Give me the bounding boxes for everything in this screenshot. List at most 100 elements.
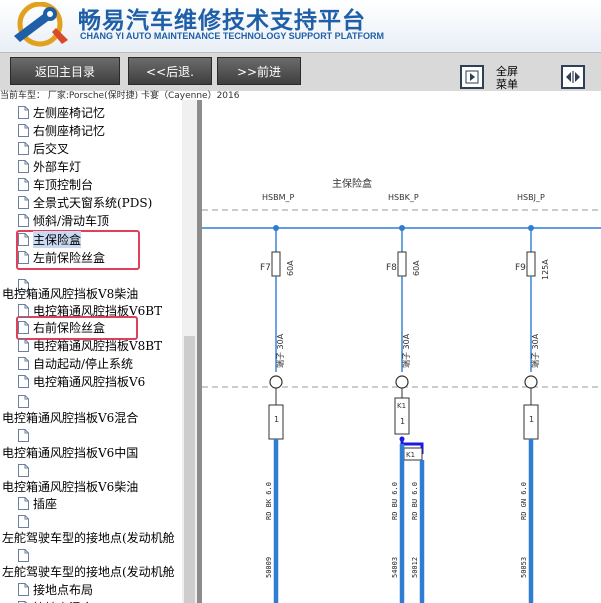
tree-item-label: 接地点布局 (33, 582, 94, 597)
tree-item-label: 电控箱通风腔挡板V6 (33, 374, 146, 389)
tree-item-label: 倾斜/滑动车顶 (33, 213, 110, 228)
tree-item[interactable]: 接地点布局 (18, 580, 93, 598)
document-icon (18, 195, 29, 209)
connector-label: 端子 30A (401, 333, 411, 368)
collapse-sidebar-button[interactable] (460, 65, 484, 89)
document-icon (18, 159, 29, 173)
tree-item[interactable]: 左舵驾驶车型的接地点(发动机舱 (2, 528, 175, 546)
pin-label: 1 (274, 415, 279, 424)
fuse-label: F9 (515, 263, 526, 273)
document-icon (18, 463, 29, 477)
tree-item[interactable]: 电控箱通风腔挡板V6混合 (2, 408, 138, 426)
wire-code-label: RD BK 6.0 (265, 482, 273, 520)
fuse-column-f9[interactable]: HSBJ_P F9 125A 端子 30A 1 RD GN 6.0 50053 (515, 193, 550, 603)
tree-item-label: 左侧座椅记忆 (33, 105, 106, 120)
sidebar-tree[interactable]: 左侧座椅记忆 右侧座椅记忆 后交叉外部车灯车顶控制台全景式天窗系统(PDS) 倾斜/滑… (0, 100, 182, 603)
arrow-right-icon (465, 70, 479, 84)
tree-item[interactable]: 左侧座椅记忆 (18, 103, 105, 121)
fullscreen-menu-label[interactable]: 全屏 菜单 (496, 65, 518, 91)
tree-item[interactable] (18, 426, 33, 444)
tree-item-label: 电控箱通风腔挡板V6BT (33, 303, 163, 318)
fuse-symbol (397, 251, 407, 277)
wire-top-label: HSBM_P (262, 193, 294, 202)
tree-item-label: 电控箱通风腔挡板V8柴油 (2, 286, 139, 301)
wire-bottom-label: 50053 (520, 557, 528, 578)
terminal-ring (524, 375, 538, 389)
tree-item[interactable]: 外部车灯 (18, 157, 81, 175)
tree-item[interactable]: 电控箱通风腔挡板V8BT (18, 336, 162, 354)
fuse-column-f7[interactable]: HSBM_P F7 60A 端子 30A 1 RD BK 6.0 50009 (260, 193, 295, 603)
pin-label: 1 (400, 417, 405, 426)
document-icon (18, 123, 29, 137)
tree-item[interactable]: 倾斜/滑动车顶 (18, 211, 109, 229)
tree-item[interactable]: 接地点混合 (18, 598, 93, 603)
tree-item[interactable]: 电控箱通风腔挡板V6 (18, 372, 145, 390)
wire-bottom-label: 54003 (391, 557, 399, 578)
tree-item[interactable]: 车顶控制台 (18, 175, 93, 193)
document-icon (18, 177, 29, 191)
document-icon (18, 303, 29, 317)
document-icon (18, 105, 29, 119)
tree-item[interactable]: 左舵驾驶车型的接地点(发动机舱 (2, 562, 175, 580)
fullscreen-label-line1: 全屏 (496, 65, 518, 78)
platform-subtitle: CHANG YI AUTO MAINTENANCE TECHNOLOGY SUP… (80, 31, 385, 41)
connector-label: 端子 30A (530, 333, 540, 368)
tree-item-label: 电控箱通风腔挡板V6中国 (2, 445, 139, 460)
document-icon (18, 232, 29, 246)
wrench-gear-logo-icon (14, 2, 68, 47)
diagram-main-label: 主保险盒 (332, 177, 372, 190)
fuse-column-f8[interactable]: HSBK_P F8 60A 端子 30A K1 1 K1 RD BU 6.0 R… (386, 193, 425, 603)
tree-item-label: 电控箱通风腔挡板V6柴油 (2, 479, 139, 494)
expand-horizontal-icon (566, 71, 580, 83)
wire-bottom-label: 50009 (265, 557, 273, 578)
tree-item-label: 插座 (33, 496, 58, 511)
tree-item[interactable]: 自动起动/停止系统 (18, 354, 133, 372)
tree-item[interactable]: 插座 (18, 494, 57, 512)
tree-item[interactable]: 后交叉 (18, 139, 69, 157)
tree-item[interactable]: 全景式天窗系统(PDS) (18, 193, 152, 211)
tree-item[interactable]: 电控箱通风腔挡板V6BT (18, 301, 162, 319)
document-icon (18, 141, 29, 155)
relay-box-label: K1 (406, 451, 415, 459)
wire-code-label-2: RD BU 6.0 (411, 482, 419, 520)
tree-item[interactable]: 右前保险丝盒 (18, 318, 105, 336)
document-icon (18, 582, 29, 596)
wire-code-label: RD GN 6.0 (520, 482, 528, 520)
document-icon (18, 496, 29, 510)
tree-item[interactable]: 主保险盒 (18, 230, 82, 248)
fullscreen-button[interactable] (561, 65, 585, 89)
document-icon (18, 250, 29, 264)
tree-item[interactable]: 左前保险丝盒 (18, 248, 105, 266)
wiring-diagram: 主保险盒 HSBM_P F7 60A 端子 30A 1 RD BK 6.0 50… (202, 177, 601, 603)
scrollbar-thumb[interactable] (184, 336, 195, 603)
tree-item-label: 左前保险丝盒 (33, 250, 106, 265)
tree-item[interactable]: 电控箱通风腔挡板V8柴油 (2, 284, 138, 302)
fuse-amp-label: 125A (541, 259, 550, 280)
tree-scrollbar[interactable] (182, 100, 197, 603)
document-icon (18, 374, 29, 388)
tree-item-label: 外部车灯 (33, 159, 82, 174)
wire-bottom-label-2: 50012 (411, 557, 419, 578)
document-icon (18, 394, 29, 408)
tree-item[interactable]: 电控箱通风腔挡板V6柴油 (2, 477, 138, 495)
fuse-symbol (271, 251, 281, 277)
tree-item-label: 全景式天窗系统(PDS) (33, 195, 153, 210)
fuse-amp-label: 60A (286, 260, 295, 276)
tree-item-label: 车顶控制台 (33, 177, 94, 192)
home-button[interactable]: 返回主目录 (10, 57, 120, 85)
relay-pin-label: K1 (397, 402, 406, 410)
forward-button[interactable]: >>前进 (217, 57, 301, 85)
pin-label: 1 (529, 415, 534, 424)
tree-item-label: 左舵驾驶车型的接地点(发动机舱 (2, 564, 175, 579)
tree-item[interactable]: 电控箱通风腔挡板V6中国 (2, 443, 138, 461)
wire-code-label: RD BU 6.0 (391, 482, 399, 520)
platform-title: 畅易汽车维修技术支持平台 (78, 8, 366, 34)
tree-item-label: 电控箱通风腔挡板V6混合 (2, 410, 139, 425)
tree-item[interactable]: 右侧座椅记忆 (18, 121, 105, 139)
back-button[interactable]: <<后退. (128, 57, 212, 85)
toolbar: 返回主目录 <<后退. >>前进 全屏 菜单 (0, 52, 601, 91)
tree-item-label: 左舵驾驶车型的接地点(发动机舱 (2, 530, 175, 545)
wire-top-label: HSBK_P (388, 193, 419, 202)
tree-item-label: 主保险盒 (33, 230, 82, 248)
tree-item-label: 电控箱通风腔挡板V8BT (33, 338, 163, 353)
